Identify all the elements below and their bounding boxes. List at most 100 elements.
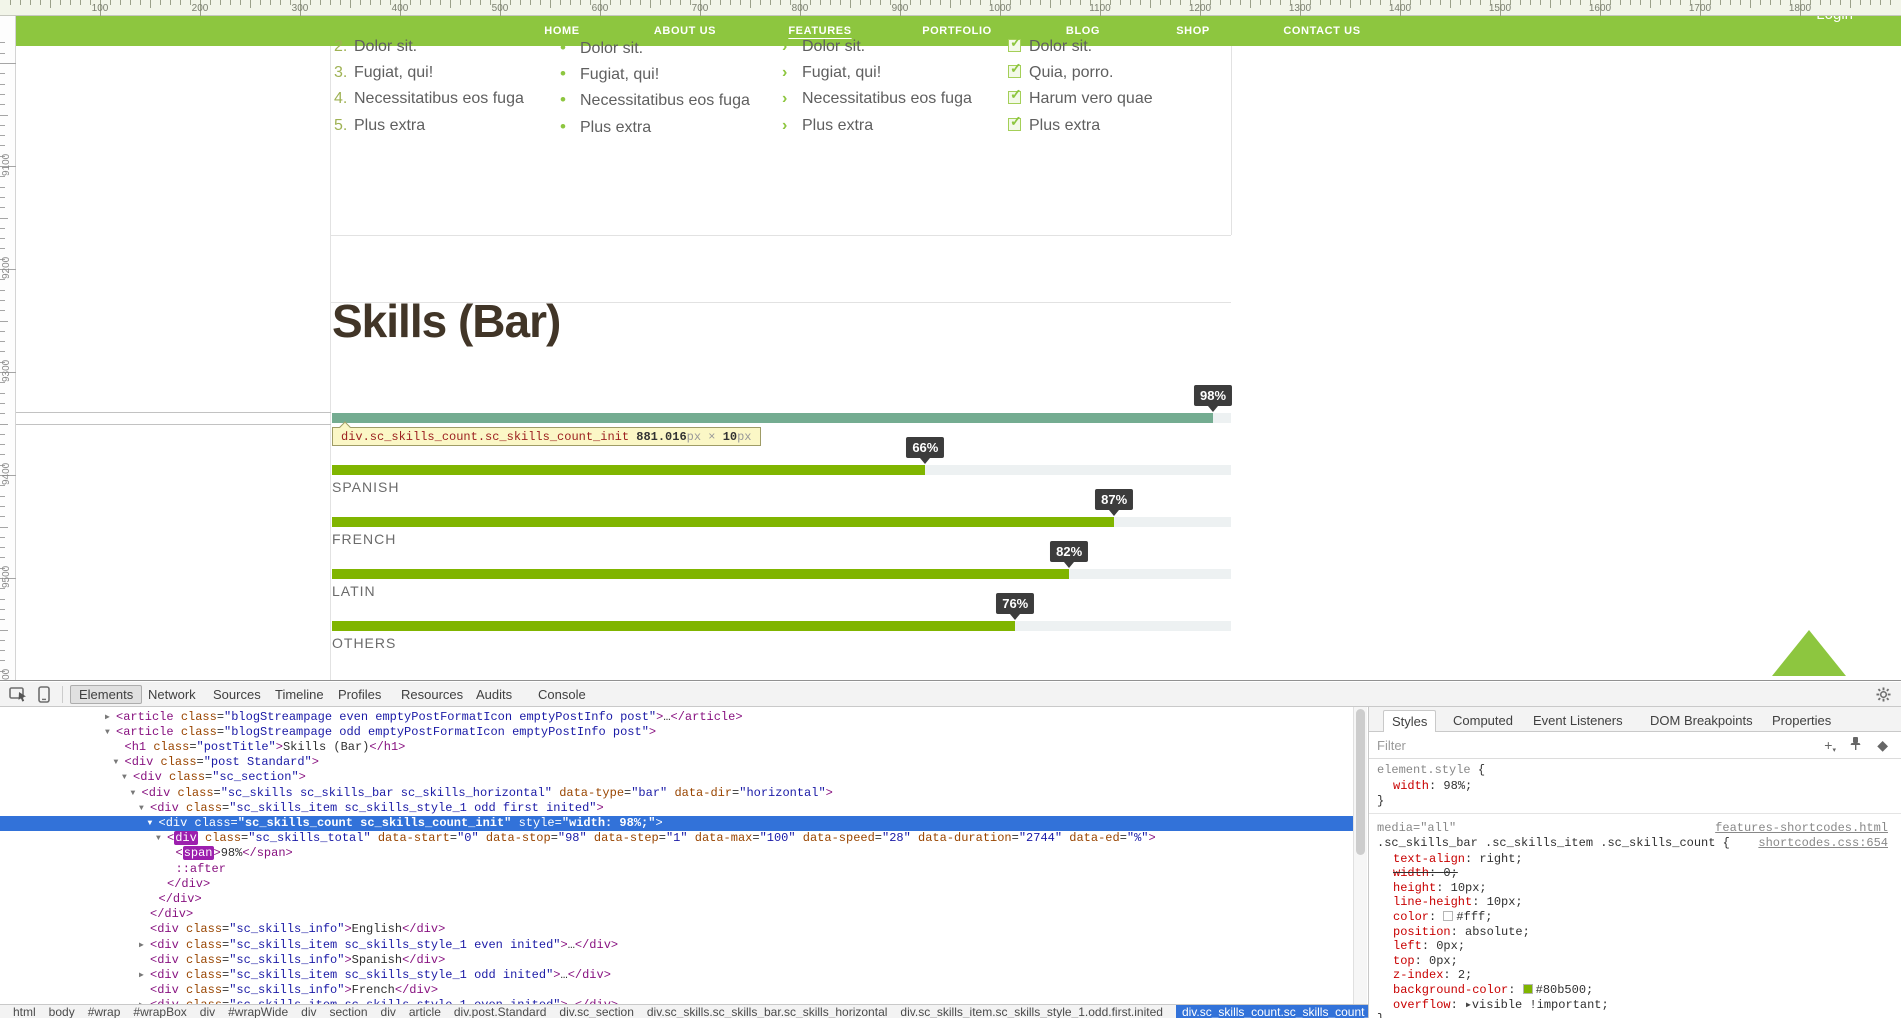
tree-row[interactable]: </div>: [0, 877, 1353, 892]
css-property-name[interactable]: top: [1393, 954, 1415, 968]
css-declaration[interactable]: background-color: #80b500;: [1393, 983, 1593, 997]
css-property-value[interactable]: 98%;: [1443, 779, 1472, 793]
computed-sidebar-icon[interactable]: ◆: [1877, 737, 1888, 754]
tree-row[interactable]: ▼<div class="sc_skills_item sc_skills_st…: [0, 801, 1353, 816]
inspect-icon[interactable]: [9, 685, 29, 703]
css-declaration[interactable]: overflow: ▶visible !important;: [1393, 998, 1609, 1012]
tree-row[interactable]: </div>: [0, 907, 1353, 922]
tab-profiles[interactable]: Profiles: [330, 685, 389, 704]
css-property-value[interactable]: absolute;: [1465, 925, 1530, 939]
css-property-name[interactable]: width: [1393, 866, 1429, 880]
color-swatch[interactable]: [1523, 984, 1533, 994]
tab-sources[interactable]: Sources: [205, 685, 269, 704]
breadcrumb-item[interactable]: article: [409, 1005, 441, 1018]
css-property-value[interactable]: visible !important;: [1472, 998, 1609, 1012]
nav-item-shop[interactable]: SHOP: [1176, 25, 1210, 37]
breadcrumb-item[interactable]: #wrapWide: [228, 1005, 288, 1018]
tree-row[interactable]: <div class="sc_skills_info">French</div>: [0, 983, 1353, 998]
css-property-value[interactable]: 0px;: [1429, 954, 1458, 968]
breadcrumb-item[interactable]: section: [329, 1005, 367, 1018]
css-property-name[interactable]: position: [1393, 925, 1451, 939]
nav-item-contact-us[interactable]: CONTACT US: [1283, 25, 1360, 37]
breadcrumb-item[interactable]: html: [13, 1005, 36, 1018]
css-declaration[interactable]: height: 10px;: [1393, 881, 1487, 895]
rule-selector[interactable]: .sc_skills_bar .sc_skills_item .sc_skill…: [1377, 836, 1715, 850]
css-declaration[interactable]: line-height: 10px;: [1393, 895, 1523, 909]
tree-row[interactable]: <div class="sc_skills_info">Spanish</div…: [0, 953, 1353, 968]
tree-row[interactable]: ▼<div class="sc_skills_total" data-start…: [0, 831, 1353, 846]
css-property-value[interactable]: #fff;: [1456, 910, 1492, 924]
breadcrumb-item[interactable]: div.sc_skills_item.sc_skills_style_1.odd…: [900, 1005, 1163, 1018]
css-property-name[interactable]: background-color: [1393, 983, 1508, 997]
css-property-name[interactable]: line-height: [1393, 895, 1472, 909]
pin-element-state-icon[interactable]: [1849, 736, 1862, 751]
scroll-to-top-button[interactable]: [1772, 630, 1846, 676]
sidebar-tab-computed[interactable]: Computed: [1445, 710, 1521, 732]
expand-arrow-icon[interactable]: ▼: [148, 816, 159, 831]
expand-arrow-icon[interactable]: ▶: [105, 710, 116, 725]
tree-row[interactable]: <div class="sc_skills_info">English</div…: [0, 922, 1353, 937]
breadcrumb-item[interactable]: div: [200, 1005, 215, 1018]
expand-arrow-icon[interactable]: ▼: [131, 786, 142, 801]
css-property-value[interactable]: 0;: [1443, 866, 1457, 880]
nav-item-about-us[interactable]: ABOUT US: [654, 25, 716, 37]
css-property-value[interactable]: 10px;: [1487, 895, 1523, 909]
breadcrumb-item[interactable]: div: [381, 1005, 396, 1018]
elements-scrollbar[interactable]: [1353, 707, 1367, 1004]
css-property-value[interactable]: #80b500;: [1536, 983, 1594, 997]
tree-row[interactable]: ▼<div class="post Standard">: [0, 755, 1353, 770]
breadcrumb-item[interactable]: div.sc_section: [559, 1005, 633, 1018]
css-declaration[interactable]: color: #fff;: [1393, 910, 1492, 924]
css-property-value[interactable]: 2;: [1458, 968, 1472, 982]
css-declaration[interactable]: z-index: 2;: [1393, 968, 1472, 982]
expand-arrow-icon[interactable]: ▼: [122, 770, 133, 785]
nav-item-home[interactable]: HOME: [544, 25, 579, 37]
css-declaration[interactable]: width: 0;: [1393, 866, 1458, 880]
css-declaration[interactable]: width: 98%;: [1393, 779, 1472, 793]
tab-elements[interactable]: Elements: [70, 685, 142, 704]
css-property-name[interactable]: text-align: [1393, 852, 1465, 866]
css-declaration[interactable]: text-align: right;: [1393, 852, 1523, 866]
expand-arrow-icon[interactable]: ▼: [105, 725, 116, 740]
tree-row[interactable]: ▶<article class="blogStreampage even emp…: [0, 710, 1353, 725]
tree-row[interactable]: <h1 class="postTitle">Skills (Bar)</h1>: [0, 740, 1353, 755]
css-property-value[interactable]: right;: [1479, 852, 1522, 866]
css-property-name[interactable]: z-index: [1393, 968, 1443, 982]
tree-row[interactable]: ▼<div class="sc_section">: [0, 770, 1353, 785]
breadcrumb-item[interactable]: #wrap: [88, 1005, 121, 1018]
expand-arrow-icon[interactable]: ▼: [156, 831, 167, 846]
stylesheet-link-css[interactable]: shortcodes.css:654: [1758, 836, 1888, 850]
breadcrumb-item[interactable]: div.sc_skills_count.sc_skills_count_init: [1176, 1005, 1368, 1018]
tree-row[interactable]: ▶<div class="sc_skills_item sc_skills_st…: [0, 968, 1353, 983]
gear-icon[interactable]: [1876, 687, 1891, 702]
expand-arrow-icon[interactable]: ▼: [114, 755, 125, 770]
tab-audits[interactable]: Audits: [468, 685, 520, 704]
breadcrumb-item[interactable]: div.post.Standard: [454, 1005, 547, 1018]
expand-arrow-icon[interactable]: ▼: [139, 801, 150, 816]
inline-style-selector[interactable]: element.style: [1377, 763, 1471, 777]
stylesheet-link-html[interactable]: features-shortcodes.html: [1715, 821, 1888, 835]
tree-row[interactable]: ::after: [0, 862, 1353, 877]
tab-network[interactable]: Network: [140, 685, 204, 704]
sidebar-tab-dom-breakpoints[interactable]: DOM Breakpoints: [1642, 710, 1761, 732]
tab-timeline[interactable]: Timeline: [267, 685, 332, 704]
tab-resources[interactable]: Resources: [393, 685, 471, 704]
nav-item-blog[interactable]: BLOG: [1066, 25, 1100, 37]
breadcrumb-item[interactable]: div.sc_skills.sc_skills_bar.sc_skills_ho…: [647, 1005, 888, 1018]
sidebar-tab-styles[interactable]: Styles: [1383, 710, 1436, 732]
breadcrumb-item[interactable]: #wrapBox: [133, 1005, 186, 1018]
sidebar-tab-properties[interactable]: Properties: [1764, 710, 1839, 732]
expand-shorthand-icon[interactable]: ▶: [1466, 1000, 1471, 1010]
sidebar-tab-event-listeners[interactable]: Event Listeners: [1525, 710, 1631, 732]
tree-row-selected[interactable]: ▼<div class="sc_skills_count sc_skills_c…: [0, 816, 1353, 831]
css-declaration[interactable]: position: absolute;: [1393, 925, 1530, 939]
breadcrumb-item[interactable]: div: [301, 1005, 316, 1018]
tree-row[interactable]: ▼<article class="blogStreampage odd empt…: [0, 725, 1353, 740]
tab-console[interactable]: Console: [530, 685, 594, 704]
tree-row[interactable]: <span>98%</span>: [0, 846, 1353, 861]
nav-item-portfolio[interactable]: PORTFOLIO: [922, 25, 992, 37]
css-property-name[interactable]: width: [1393, 779, 1429, 793]
scrollbar-thumb[interactable]: [1356, 709, 1365, 855]
breadcrumb-item[interactable]: body: [49, 1005, 75, 1018]
css-property-name[interactable]: color: [1393, 910, 1429, 924]
